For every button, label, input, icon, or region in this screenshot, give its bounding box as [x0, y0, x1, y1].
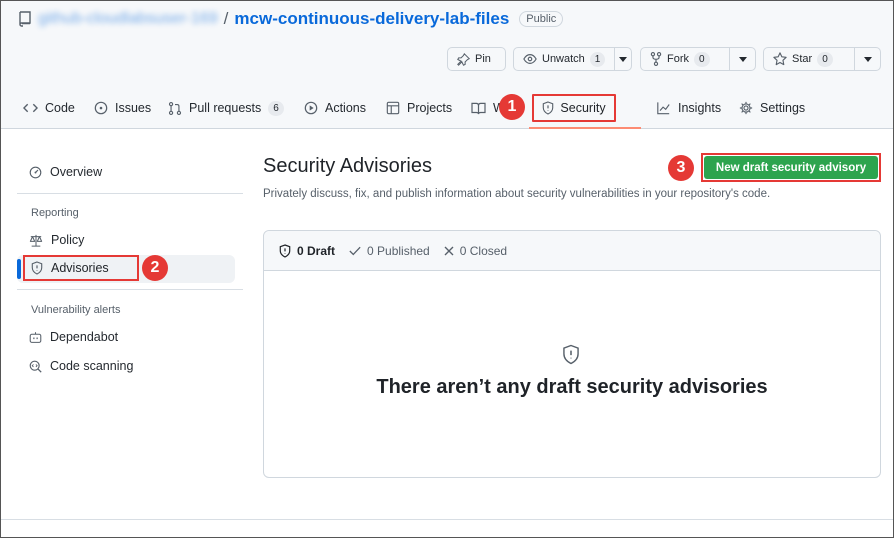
callout-three: 3 [668, 155, 694, 181]
callout-two: 2 [142, 255, 168, 281]
tab-code[interactable]: Code [23, 91, 75, 125]
table-icon [386, 101, 400, 115]
filter-published[interactable]: 0 Published [349, 244, 430, 258]
fork-icon [650, 52, 662, 66]
star-count: 0 [817, 51, 833, 67]
tab-label: Insights [678, 101, 722, 115]
check-icon [349, 246, 361, 255]
sidebar-item-overview[interactable]: Overview [29, 160, 239, 184]
sidebar-heading-vulnerability-alerts: Vulnerability alerts [31, 304, 121, 316]
sidebar-divider [17, 193, 243, 194]
pull-request-count: 6 [268, 100, 284, 116]
repo-tabs: Code Issues Pull requests 6 Actions Proj… [1, 91, 893, 129]
fork-button[interactable]: Fork 0 [640, 47, 756, 71]
repo-owner-link[interactable]: github-cloudlabsuser-169 [38, 10, 218, 28]
sidebar-item-code-scanning[interactable]: Code scanning [29, 354, 239, 378]
page-description: Privately discuss, fix, and publish info… [263, 188, 771, 200]
advisories-list: 0 Draft 0 Published 0 Closed There aren’… [263, 230, 881, 478]
graph-icon [657, 102, 670, 115]
pin-icon [457, 52, 470, 66]
watch-label: Unwatch [542, 53, 585, 65]
tab-issues[interactable]: Issues [94, 91, 151, 125]
tab-security[interactable]: Security [532, 94, 616, 122]
tab-actions[interactable]: Actions [304, 91, 366, 125]
caret-down-icon [738, 56, 747, 62]
sidebar-item-policy[interactable]: Policy [29, 228, 239, 252]
tab-projects[interactable]: Projects [386, 91, 452, 125]
play-icon [304, 101, 318, 115]
book-icon [471, 102, 486, 114]
issue-icon [94, 101, 108, 115]
caret-down-icon [863, 56, 872, 62]
filter-closed[interactable]: 0 Closed [444, 244, 507, 258]
sidebar-item-label: Advisories [51, 261, 109, 275]
advisories-filter-bar: 0 Draft 0 Published 0 Closed [264, 231, 880, 271]
sidebar-item-label: Policy [51, 233, 85, 247]
repo-icon [18, 11, 32, 27]
new-draft-advisory-button[interactable]: New draft security advisory [704, 156, 878, 179]
shield-icon [562, 344, 580, 368]
star-icon [773, 52, 787, 66]
star-dropdown[interactable] [854, 48, 880, 70]
tab-label: Actions [325, 101, 366, 115]
tab-insights[interactable]: Insights [656, 91, 721, 125]
law-icon [29, 234, 43, 247]
shield-icon [31, 261, 43, 275]
selected-tab-underline [529, 127, 641, 129]
repo-header: github-cloudlabsuser-169 / mcw-continuou… [1, 1, 893, 129]
pull-request-icon [168, 101, 182, 115]
repo-title: github-cloudlabsuser-169 / mcw-continuou… [18, 8, 564, 30]
sidebar-item-label: Dependabot [50, 330, 119, 344]
tab-label: Security [560, 101, 606, 115]
callout-one: 1 [499, 94, 525, 120]
new-advisory-highlight: New draft security advisory [701, 153, 881, 182]
repo-name-link[interactable]: mcw-continuous-delivery-lab-files [234, 9, 509, 29]
empty-state-message: There aren’t any draft security advisori… [376, 376, 768, 398]
fork-dropdown[interactable] [729, 48, 755, 70]
code-icon [23, 103, 38, 113]
caret-down-icon [619, 56, 628, 62]
pin-button[interactable]: Pin [447, 47, 506, 71]
visibility-badge: Public [519, 11, 564, 27]
tab-label: Projects [407, 101, 453, 115]
fork-label: Fork [667, 53, 689, 65]
meter-icon [29, 166, 42, 178]
page-title: Security Advisories [263, 155, 432, 177]
filter-label: 0 Published [367, 243, 430, 258]
tab-label: Code [45, 101, 75, 115]
shield-icon [543, 101, 554, 115]
dependabot-icon [29, 331, 42, 343]
star-label: Star [792, 53, 813, 65]
fork-count: 0 [694, 51, 710, 67]
sidebar-heading-reporting: Reporting [31, 207, 79, 219]
watch-button[interactable]: Unwatch 1 [513, 47, 632, 71]
x-icon [444, 246, 454, 255]
sidebar-item-label: Overview [50, 165, 103, 179]
tab-label: Pull requests [189, 101, 262, 115]
watch-dropdown[interactable] [614, 48, 631, 70]
codescan-icon [29, 360, 42, 373]
tab-settings[interactable]: Settings [739, 91, 805, 125]
watch-count: 1 [589, 51, 606, 67]
filter-label: 0 Closed [459, 243, 508, 258]
pin-label: Pin [475, 53, 491, 65]
sidebar-selected-indicator [17, 259, 21, 279]
eye-icon [523, 54, 537, 64]
repo-separator: / [223, 9, 229, 28]
sidebar-item-advisories[interactable]: Advisories [23, 255, 139, 281]
tab-label: Settings [760, 101, 806, 115]
sidebar-divider [17, 289, 243, 290]
filter-draft[interactable]: 0 Draft [279, 244, 335, 258]
sidebar-item-label: Code scanning [50, 359, 134, 373]
gear-icon [739, 101, 753, 115]
star-button[interactable]: Star 0 [763, 47, 881, 71]
sidebar-item-dependabot[interactable]: Dependabot [29, 325, 239, 349]
tab-label: Issues [115, 101, 152, 115]
filter-label: 0 Draft [297, 243, 336, 258]
footer-divider [1, 519, 893, 520]
tab-pull-requests[interactable]: Pull requests 6 [168, 91, 284, 125]
shield-icon [279, 243, 291, 258]
